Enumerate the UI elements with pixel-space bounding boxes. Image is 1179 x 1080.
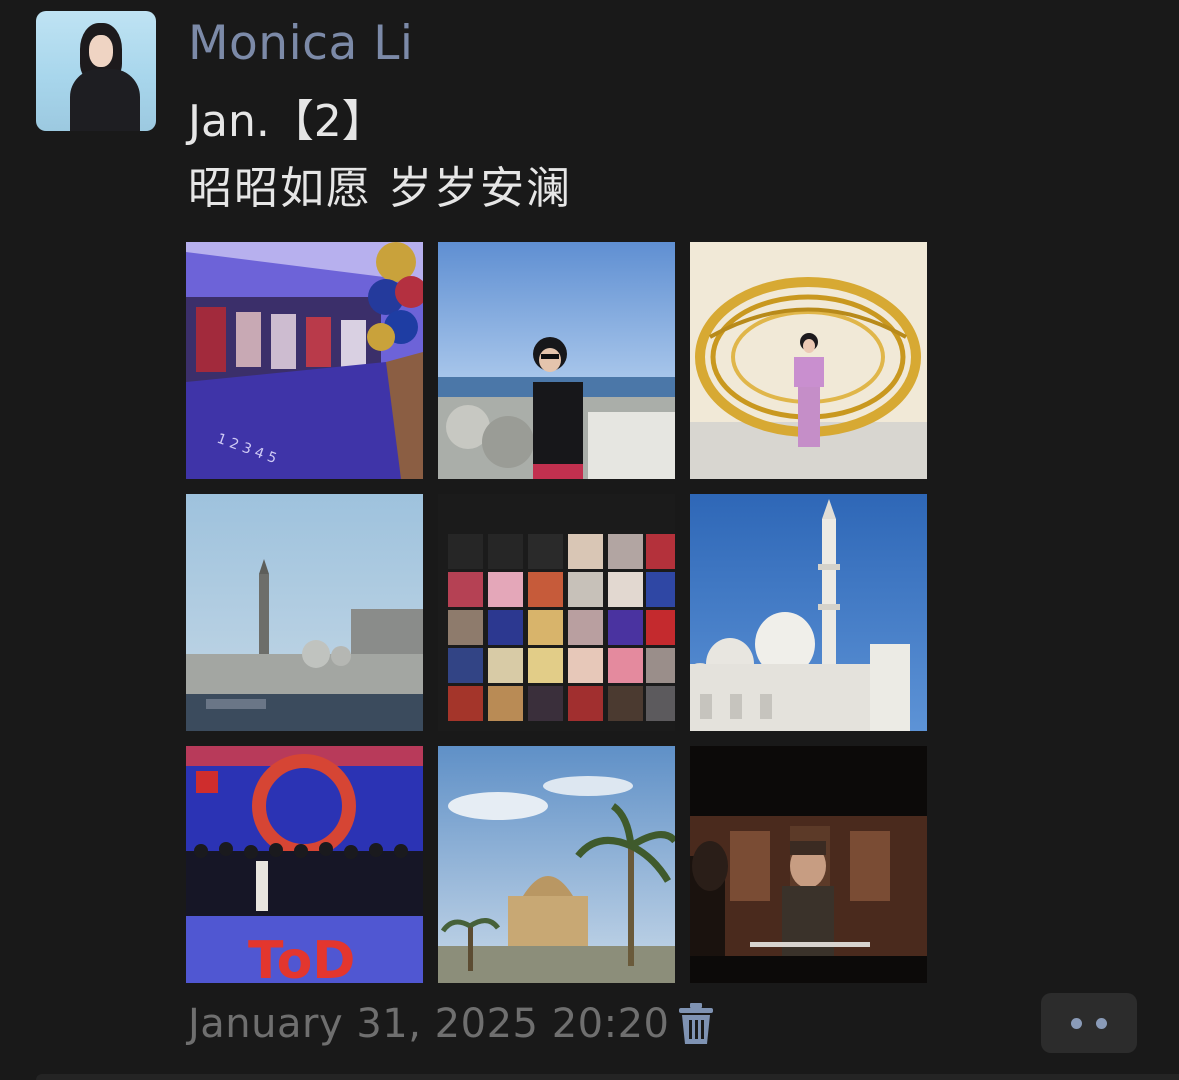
moments-post: Monica Li Jan.【2】 昭昭如愿 岁岁安澜 1 2 3 4 5 To… <box>0 0 1179 1080</box>
avatar-coat <box>70 69 140 131</box>
post-text-line-1: Jan.【2】 <box>188 96 386 147</box>
avatar-face <box>89 35 113 67</box>
more-dots-icon <box>1071 1018 1082 1029</box>
trash-icon[interactable] <box>676 1002 716 1046</box>
author-name[interactable]: Monica Li <box>188 14 413 74</box>
post-text-line-2: 昭昭如愿 岁岁安澜 <box>188 163 572 214</box>
photo-3[interactable] <box>690 242 927 479</box>
photo-8[interactable] <box>438 746 675 983</box>
post-timestamp: January 31, 2025 20:20 <box>188 1001 670 1047</box>
photo-5[interactable] <box>438 494 675 731</box>
more-dots-icon <box>1096 1018 1107 1029</box>
avatar[interactable] <box>36 11 156 131</box>
photo-6[interactable] <box>690 494 927 731</box>
photo-4[interactable] <box>186 494 423 731</box>
photo-1[interactable]: 1 2 3 4 5 <box>186 242 423 479</box>
more-options-button[interactable] <box>1041 993 1137 1053</box>
photo-2[interactable] <box>438 242 675 479</box>
photo-9[interactable] <box>690 746 927 983</box>
photo-grid: 1 2 3 4 5 ToD <box>186 242 927 983</box>
tod-logo: ToD <box>248 931 355 983</box>
comment-area-divider <box>36 1074 1179 1080</box>
photo-7[interactable]: ToD <box>186 746 423 983</box>
